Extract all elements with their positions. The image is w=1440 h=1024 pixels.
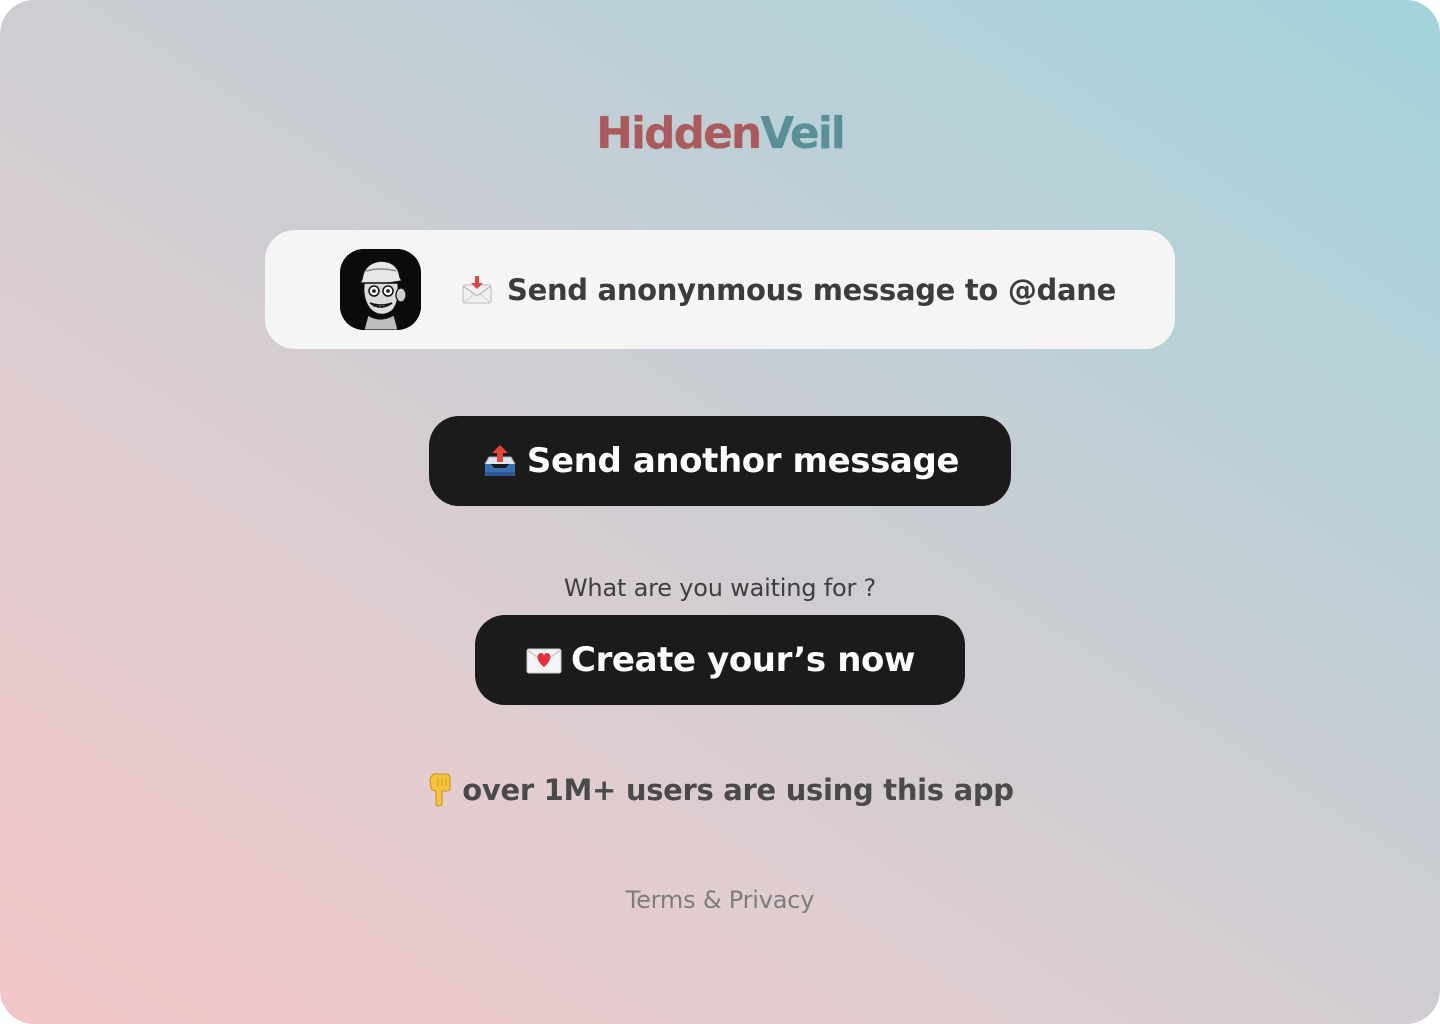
create-yours-button[interactable]: Create your’s now: [475, 615, 965, 705]
create-yours-button-label: Create your’s now: [571, 640, 915, 680]
envelope-with-arrow-icon: [461, 274, 493, 306]
terms-privacy-link[interactable]: Terms & Privacy: [0, 886, 1440, 914]
profile-card: Send anonynmous message to @dane: [265, 230, 1175, 349]
send-another-button[interactable]: Send anothor message: [429, 416, 1011, 506]
waiting-prompt: What are you waiting for ?: [563, 574, 877, 602]
profile-card-message: Send anonynmous message to @dane: [507, 273, 1116, 307]
social-proof: over 1M+ users are using this app: [0, 772, 1440, 808]
brand-logo[interactable]: HiddenVeil: [0, 106, 1440, 162]
profile-card-message-row: Send anonynmous message to @dane: [461, 268, 1116, 312]
love-letter-icon: [525, 641, 563, 679]
brand-logo-part2: Veil: [760, 108, 846, 159]
avatar-icon: [340, 249, 421, 330]
cartoon-skull-avatar-icon: [340, 249, 421, 330]
page-background: HiddenVeil Send anonynmous message to @d…: [0, 0, 1440, 1024]
outbox-tray-icon: [481, 442, 519, 480]
social-proof-text: over 1M+ users are using this app: [462, 773, 1014, 807]
send-another-button-label: Send anothor message: [526, 441, 960, 481]
pointing-down-hand-icon: [426, 772, 454, 808]
brand-logo-part1: Hidden: [596, 108, 762, 159]
